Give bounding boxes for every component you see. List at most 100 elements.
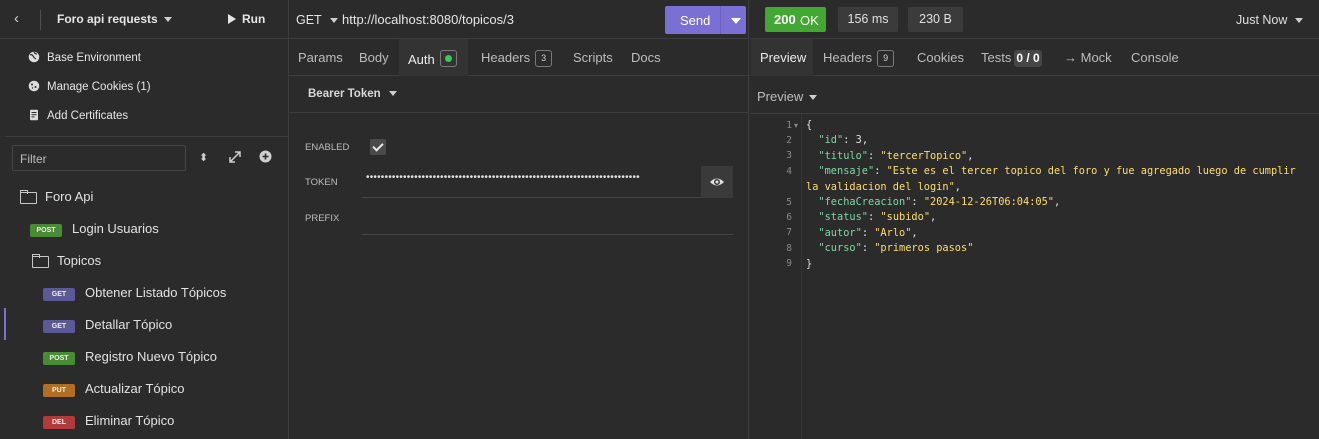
show-token-button[interactable]: [701, 166, 733, 198]
json-line: }: [806, 257, 813, 270]
method-badge: POST: [30, 224, 62, 237]
globe-icon: [28, 51, 40, 63]
eye-icon: [710, 178, 724, 186]
json-line: "fechaCreacion": "2024-12-26T06:04:05",: [818, 196, 1061, 209]
method-badge: POST: [43, 352, 75, 365]
count-badge: 9: [877, 50, 895, 67]
manage-cookies-item[interactable]: Manage Cookies (1): [28, 80, 151, 93]
add-icon[interactable]: [259, 150, 272, 166]
tab-preview[interactable]: Preview: [760, 50, 806, 65]
send-button[interactable]: Send: [665, 6, 746, 34]
auth-type-label: Bearer Token: [308, 88, 381, 100]
menu-label: Manage Cookies (1): [47, 81, 151, 93]
sidebar-header: ‹ Foro api requests Run: [0, 0, 288, 39]
count-badge: 3: [535, 50, 553, 67]
line-number: 8: [786, 243, 792, 254]
url-input[interactable]: http://localhost:8080/topicos/3: [342, 12, 514, 27]
tab-console[interactable]: Console: [1131, 50, 1179, 65]
divider: [5, 136, 288, 137]
method-badge: GET: [43, 288, 75, 301]
auth-type-select[interactable]: Bearer Token: [308, 88, 397, 100]
sort-icon[interactable]: ⬍: [199, 151, 208, 164]
response-status-bar: [750, 0, 1319, 39]
json-viewer: { "id": 3, "titulo": "tercerTopico", "me…: [806, 118, 1296, 272]
tab-headers[interactable]: Headers 3: [481, 50, 553, 67]
sidebar: [0, 0, 289, 439]
request-login-usuarios[interactable]: POST Login Usuarios: [30, 221, 159, 237]
line-number: 5: [786, 197, 792, 208]
folder-label: Foro Api: [45, 189, 94, 204]
chevron-down-icon: [388, 91, 397, 97]
line-number: 7: [786, 227, 792, 238]
menu-label: Add Certificates: [47, 110, 129, 122]
preview-mode-row: [750, 76, 1319, 114]
tab-response-headers[interactable]: Headers 9: [823, 50, 895, 67]
cookie-icon: [28, 80, 40, 92]
menu-label: Base Environment: [47, 52, 141, 64]
enabled-checkbox[interactable]: [370, 139, 386, 155]
project-title: Foro api requests: [57, 12, 158, 26]
project-selector[interactable]: Foro api requests: [57, 12, 172, 26]
tab-docs[interactable]: Docs: [631, 50, 661, 65]
timestamp: Just Now: [1236, 13, 1288, 27]
play-icon: [228, 14, 236, 24]
tab-auth[interactable]: Auth: [408, 50, 457, 67]
request-label: Actualizar Tópico: [85, 381, 185, 396]
folder-foro-api[interactable]: Foro Api: [20, 189, 93, 204]
filter-placeholder: Filter: [20, 152, 47, 166]
send-label: Send: [680, 13, 711, 28]
folder-open-icon: [32, 254, 49, 268]
base-environment-item[interactable]: Base Environment: [28, 51, 141, 64]
line-number: 1: [786, 120, 792, 131]
json-line: "autor": "Arlo",: [818, 226, 918, 239]
token-input[interactable]: ••••••••••••••••••••••••••••••••••••••••…: [362, 165, 733, 198]
request-actualizar[interactable]: PUT Actualizar Tópico: [43, 381, 184, 397]
back-chevron-icon[interactable]: ‹: [14, 11, 30, 27]
json-line: "titulo": "tercerTopico",: [818, 149, 974, 162]
json-line: "mensaje": "Este es el tercer topico del…: [818, 165, 1296, 178]
run-button[interactable]: Run: [228, 12, 265, 26]
status-text: OK: [800, 13, 819, 28]
method-badge: GET: [43, 320, 75, 333]
request-obtener-listado[interactable]: GET Obtener Listado Tópicos: [43, 285, 226, 301]
folder-open-icon: [20, 190, 37, 204]
chevron-down-icon: [809, 95, 818, 101]
preview-mode-select[interactable]: Preview: [757, 89, 818, 104]
divider: [720, 6, 721, 34]
line-number: 9: [786, 258, 792, 269]
tab-tests[interactable]: Tests 0 / 0: [981, 50, 1042, 67]
folder-topicos[interactable]: Topicos: [32, 253, 101, 268]
request-detallar-topico[interactable]: GET Detallar Tópico: [43, 317, 172, 333]
tab-params[interactable]: Params: [298, 50, 343, 65]
tab-cookies[interactable]: Cookies: [917, 50, 964, 65]
json-line: la validacion del login",: [806, 180, 961, 193]
add-certificates-item[interactable]: Add Certificates: [28, 109, 128, 122]
request-label: Login Usuarios: [72, 221, 159, 236]
fold-chevron-icon[interactable]: ▾: [794, 121, 798, 130]
line-number: 6: [786, 212, 792, 223]
request-label: Eliminar Tópico: [85, 413, 175, 428]
send-options-chevron-icon[interactable]: [731, 18, 741, 24]
filter-input[interactable]: Filter: [12, 145, 186, 171]
prefix-label: PREFIX: [305, 213, 340, 224]
request-label: Registro Nuevo Tópico: [85, 349, 217, 364]
tab-scripts[interactable]: Scripts: [573, 50, 613, 65]
line-number: 2: [786, 135, 792, 146]
method-badge: DEL: [43, 416, 75, 429]
prefix-input[interactable]: [362, 204, 733, 235]
history-dropdown[interactable]: Just Now: [1236, 13, 1304, 27]
expand-icon[interactable]: [228, 150, 242, 167]
request-eliminar[interactable]: DEL Eliminar Tópico: [43, 413, 174, 429]
count-badge: 0 / 0: [1014, 50, 1042, 67]
tab-body[interactable]: Body: [359, 50, 389, 65]
active-indicator: [4, 308, 6, 340]
token-label: TOKEN: [305, 177, 338, 188]
request-label: Obtener Listado Tópicos: [85, 285, 227, 300]
json-line: "id": 3,: [818, 134, 869, 147]
method-select[interactable]: GET: [296, 13, 338, 27]
run-label: Run: [242, 12, 266, 26]
request-registro-nuevo[interactable]: POST Registro Nuevo Tópico: [43, 349, 217, 365]
chevron-down-icon: [329, 18, 338, 24]
tab-mock[interactable]: → Mock: [1064, 50, 1112, 65]
method-label: GET: [296, 13, 322, 27]
